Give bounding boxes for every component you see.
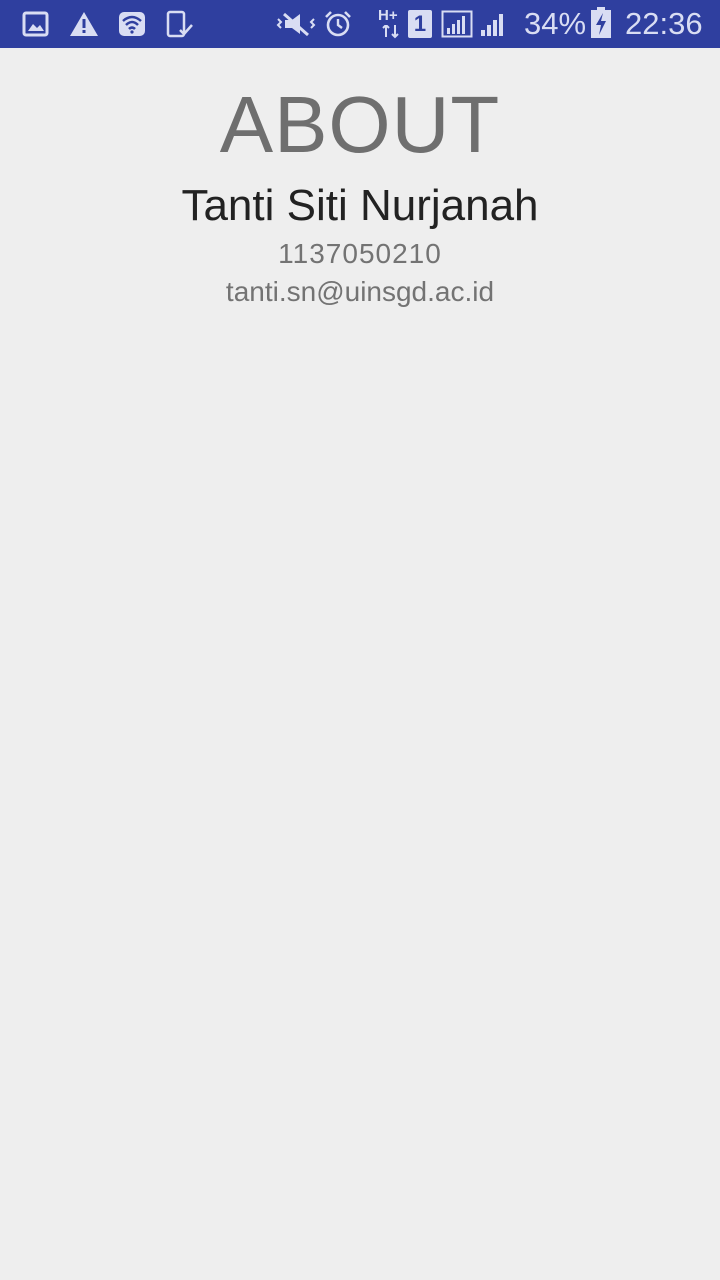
- status-bar: H+ 1 34% 22:36: [0, 0, 720, 48]
- wifi-hotspot-icon: [119, 12, 145, 36]
- person-name: Tanti Siti Nurjanah: [181, 181, 539, 230]
- email-address: tanti.sn@uinsgd.ac.id: [225, 276, 495, 307]
- battery-percent: 34%: [524, 6, 587, 41]
- page-title: ABOUT: [219, 80, 501, 169]
- sim1-icon: 1: [408, 10, 432, 38]
- gallery-icon: [22, 11, 49, 37]
- student-id: 1137050210: [278, 238, 442, 269]
- about-screen: ABOUT Tanti Siti Nurjanah 1137050210 tan…: [0, 48, 720, 1280]
- signal-icon: [441, 10, 473, 38]
- device-check-icon: [166, 10, 193, 38]
- signal-2-icon: [481, 14, 503, 36]
- hplus-data-icon: H+: [378, 7, 402, 39]
- clock-time: 22:36: [625, 6, 703, 41]
- battery-charging-icon: [591, 7, 611, 38]
- alarm-icon: [325, 11, 351, 37]
- warning-icon: [70, 12, 98, 36]
- vibrate-mute-icon: [276, 12, 316, 37]
